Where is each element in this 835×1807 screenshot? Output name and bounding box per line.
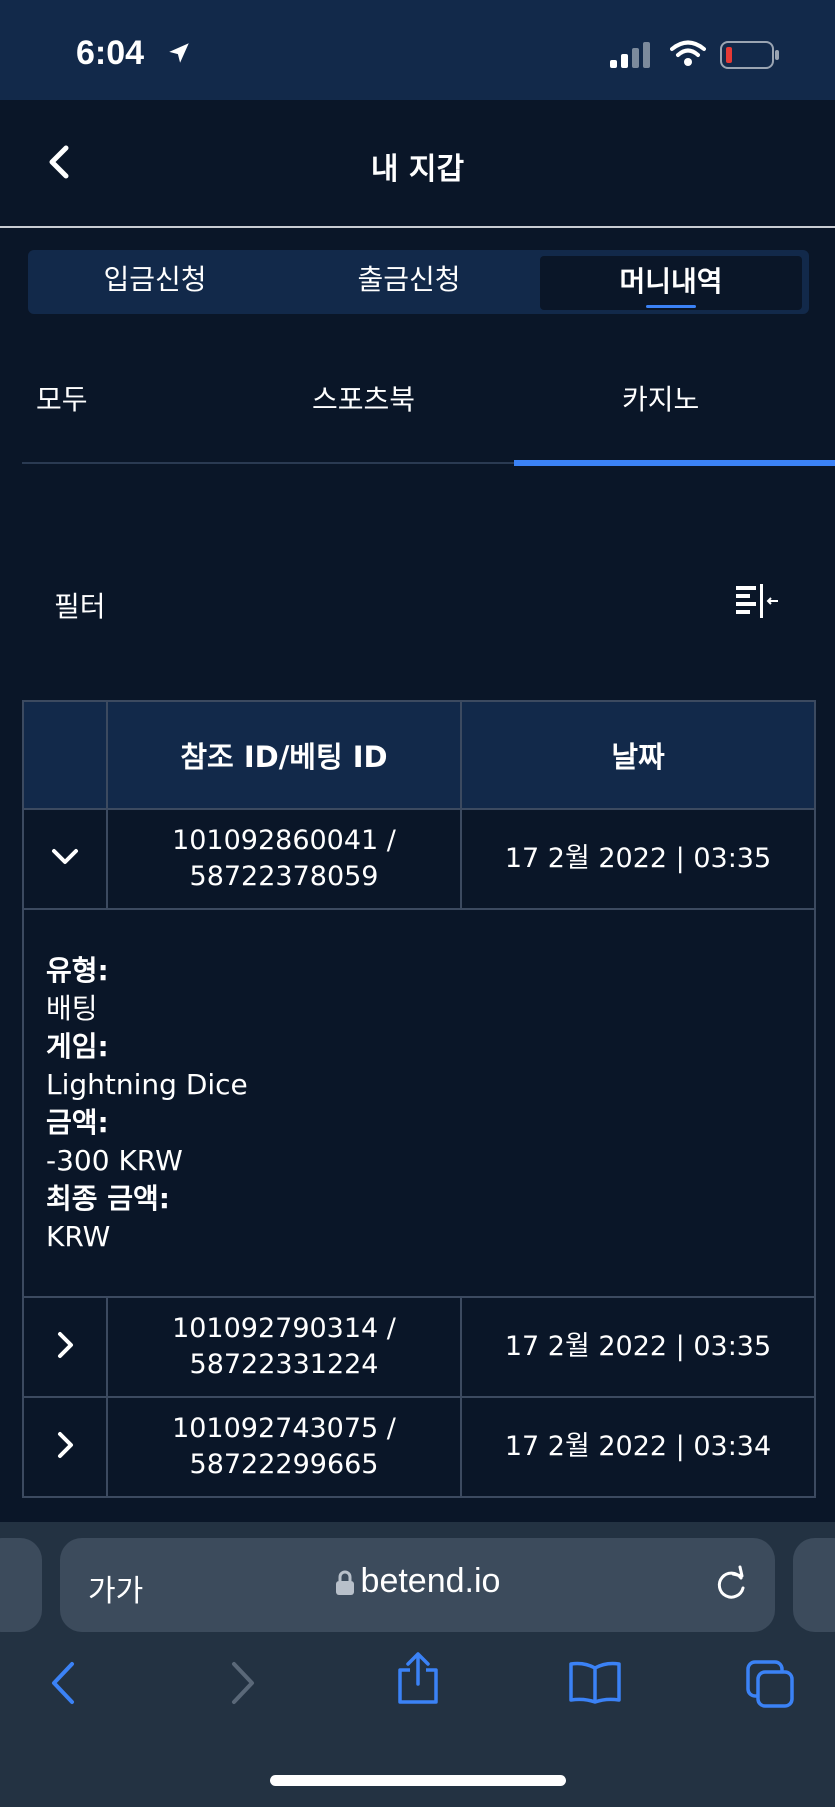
header-date: 날짜 (460, 700, 816, 810)
active-category-indicator (514, 460, 835, 466)
header-expand (22, 700, 108, 810)
final-amount-value: KRW (46, 1220, 111, 1253)
url-display[interactable]: betend.io (60, 1562, 775, 1601)
tab-casino[interactable]: 카지노 (622, 370, 699, 464)
ref-id-cell: 101092790314 / 58722331224 (106, 1296, 462, 1398)
bookmarks-icon[interactable] (568, 1660, 622, 1704)
status-bar: 6:04 (0, 0, 835, 100)
ref-id: 101092860041 / (172, 825, 396, 856)
date-cell: 17 2월 2022 | 03:35 (460, 808, 816, 910)
row-toggle[interactable] (22, 808, 108, 910)
game-value: Lightning Dice (46, 1068, 248, 1101)
tabs-icon[interactable] (746, 1660, 796, 1708)
page-title: 내 지갑 (370, 152, 465, 187)
chevron-right-icon (58, 1432, 73, 1458)
ref-id: 101092790314 / (172, 1313, 396, 1344)
active-tab-indicator (646, 305, 696, 308)
chevron-right-icon (58, 1332, 73, 1358)
lock-icon (335, 1570, 354, 1596)
wallet-tabs: 입금신청 출금신청 머니내역 (28, 250, 809, 314)
tab-money-history-label: 머니내역 (619, 265, 723, 298)
filter-icon[interactable] (734, 582, 780, 622)
previous-tab-pill[interactable] (0, 1538, 42, 1632)
amount-value: -300 KRW (46, 1144, 183, 1177)
tab-money-history[interactable]: 머니내역 (540, 256, 802, 310)
final-amount-label: 최종 금액: (46, 1182, 170, 1215)
bet-id: 58722331224 (189, 1349, 379, 1380)
ref-id: 101092743075 / (172, 1413, 396, 1444)
table-header-row: 참조 ID/베팅 ID 날짜 (22, 700, 816, 810)
game-label: 게임: (46, 1030, 109, 1063)
table-row[interactable]: 101092790314 / 58722331224 17 2월 2022 | … (22, 1296, 816, 1398)
amount-label: 금액: (46, 1106, 109, 1139)
tab-sportsbook[interactable]: 스포츠북 (312, 370, 415, 464)
share-icon[interactable] (396, 1652, 440, 1704)
bet-id: 58722299665 (189, 1449, 379, 1480)
category-tabs: 모두 스포츠북 카지노 (22, 370, 835, 466)
filter-label: 필터 (54, 590, 106, 623)
signal-icon (610, 42, 650, 68)
wifi-icon (670, 40, 706, 66)
ref-id-cell: 101092860041 / 58722378059 (106, 808, 462, 910)
location-arrow-icon (169, 43, 189, 63)
app-header: 내 지갑 (0, 100, 835, 228)
row-toggle[interactable] (22, 1296, 108, 1398)
home-indicator (270, 1775, 566, 1786)
tab-withdraw[interactable]: 출금신청 (282, 250, 536, 314)
type-label: 유형: (46, 954, 109, 987)
status-time: 6:04 (76, 34, 145, 72)
row-toggle[interactable] (22, 1396, 108, 1498)
next-tab-pill[interactable] (793, 1538, 835, 1632)
table-row[interactable]: 101092860041 / 58722378059 17 2월 2022 | … (22, 808, 816, 910)
date-cell: 17 2월 2022 | 03:34 (460, 1396, 816, 1498)
tab-deposit[interactable]: 입금신청 (28, 250, 282, 314)
url-text: betend.io (360, 1562, 501, 1600)
header-ref-id: 참조 ID/베팅 ID (106, 700, 462, 810)
type-value: 배팅 (46, 992, 98, 1025)
date-cell: 17 2월 2022 | 03:35 (460, 1296, 816, 1398)
table-row[interactable]: 101092743075 / 58722299665 17 2월 2022 | … (22, 1396, 816, 1498)
battery-icon (720, 41, 779, 69)
transactions-table: 참조 ID/베팅 ID 날짜 101092860041 / 5872237805… (22, 700, 816, 1498)
safari-forward-icon[interactable] (228, 1660, 258, 1706)
chevron-down-icon (52, 849, 78, 864)
ref-id-cell: 101092743075 / 58722299665 (106, 1396, 462, 1498)
detail-panel: 유형: 배팅 게임: Lightning Dice 금액: -300 KRW 최… (22, 908, 816, 1298)
tab-all[interactable]: 모두 (36, 370, 88, 464)
safari-back-icon[interactable] (48, 1660, 78, 1706)
reload-icon[interactable] (713, 1564, 749, 1604)
bet-id: 58722378059 (189, 861, 379, 892)
detail-row: 유형: 배팅 게임: Lightning Dice 금액: -300 KRW 최… (22, 908, 816, 1298)
address-bar[interactable]: 가가 betend.io (60, 1538, 775, 1632)
